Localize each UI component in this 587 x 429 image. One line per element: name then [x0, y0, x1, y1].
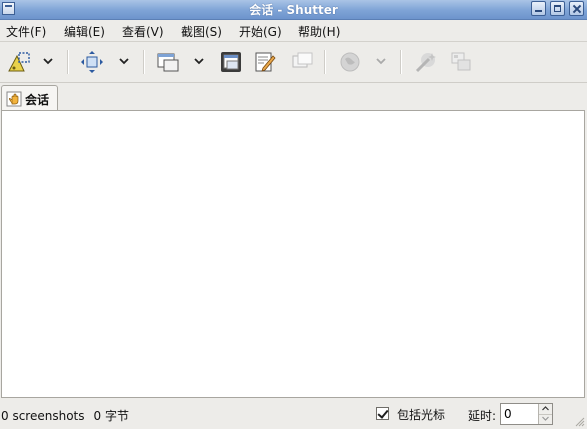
menu-screenshot[interactable]: 截图(S): [181, 23, 222, 40]
chevron-down-icon: [542, 416, 549, 421]
menu-edit[interactable]: 编辑(E): [64, 23, 105, 40]
edit-icon: [255, 52, 276, 72]
app-window: 会话 - Shutter 文件(F) 编辑(E) 查看(V) 截图(S) 开始(…: [0, 0, 587, 429]
tooltip-button[interactable]: [290, 50, 314, 74]
dropdown-arrow-icon: [43, 58, 53, 65]
selection-dropdown[interactable]: [42, 56, 54, 66]
dropdown-arrow-icon: [194, 58, 204, 65]
total-size: 0 字节: [93, 409, 129, 423]
status-bar: 0 screenshots 0 字节 包括光标 延时:: [0, 400, 587, 429]
tab-session[interactable]: 会话: [1, 85, 58, 111]
delay-decrement-button[interactable]: [539, 414, 552, 424]
tooltip-icon: [292, 52, 313, 68]
toolbar-separator: [324, 50, 326, 74]
delay-spinner[interactable]: [500, 403, 553, 425]
resize-grip[interactable]: [573, 415, 585, 427]
fullscreen-button[interactable]: [80, 50, 104, 74]
include-cursor-checkbox[interactable]: [376, 407, 389, 420]
menu-go[interactable]: 开始(G): [239, 23, 282, 40]
selection-button[interactable]: [7, 50, 31, 74]
window-button[interactable]: [156, 50, 180, 74]
selection-icon: [8, 52, 30, 72]
tab-strip: 会话: [0, 83, 587, 111]
web-icon: [340, 52, 360, 72]
resize-grip-icon: [575, 417, 585, 427]
menu-help[interactable]: 帮助(H): [298, 23, 340, 40]
menu-bar: 文件(F) 编辑(E) 查看(V) 截图(S) 开始(G) 帮助(H): [0, 20, 587, 42]
delay-input[interactable]: [501, 404, 542, 424]
delay-label: 延时:: [468, 409, 497, 423]
redo-button[interactable]: [449, 50, 473, 74]
toolbar-separator: [67, 50, 69, 74]
delay-stepper: [538, 404, 552, 424]
menu-file[interactable]: 文件(F): [6, 23, 46, 40]
web-dropdown[interactable]: [375, 56, 387, 66]
close-button[interactable]: [569, 1, 584, 16]
web-button[interactable]: [338, 50, 362, 74]
session-view[interactable]: [1, 110, 585, 398]
window-icon: [157, 53, 179, 72]
fullscreen-dropdown[interactable]: [118, 56, 130, 66]
active-window-icon: [221, 52, 241, 72]
redo-icon: [451, 52, 471, 71]
maximize-button[interactable]: [550, 1, 565, 16]
include-cursor-label: 包括光标: [397, 408, 446, 422]
window-title: 会话 - Shutter: [249, 3, 338, 17]
toolbar-separator: [143, 50, 145, 74]
title-bar[interactable]: 会话 - Shutter: [0, 0, 587, 20]
magic-wand-button[interactable]: [414, 50, 438, 74]
dropdown-arrow-icon: [119, 58, 129, 65]
toolbar-separator: [400, 50, 402, 74]
window-dropdown[interactable]: [193, 56, 205, 66]
screenshot-count: 0 screenshots: [1, 409, 85, 423]
magic-wand-icon: [415, 53, 436, 73]
status-info: 0 screenshots 0 字节: [1, 407, 138, 424]
toolbar: [0, 42, 587, 83]
edit-button[interactable]: [253, 50, 277, 74]
fullscreen-icon: [81, 51, 103, 73]
dropdown-arrow-icon: [376, 58, 386, 65]
tab-label: 会话: [25, 93, 50, 107]
active-window-button[interactable]: [219, 50, 243, 74]
session-hand-icon: [6, 91, 22, 107]
chevron-up-icon: [542, 406, 549, 411]
minimize-button[interactable]: [531, 1, 546, 16]
menu-view[interactable]: 查看(V): [122, 23, 164, 40]
